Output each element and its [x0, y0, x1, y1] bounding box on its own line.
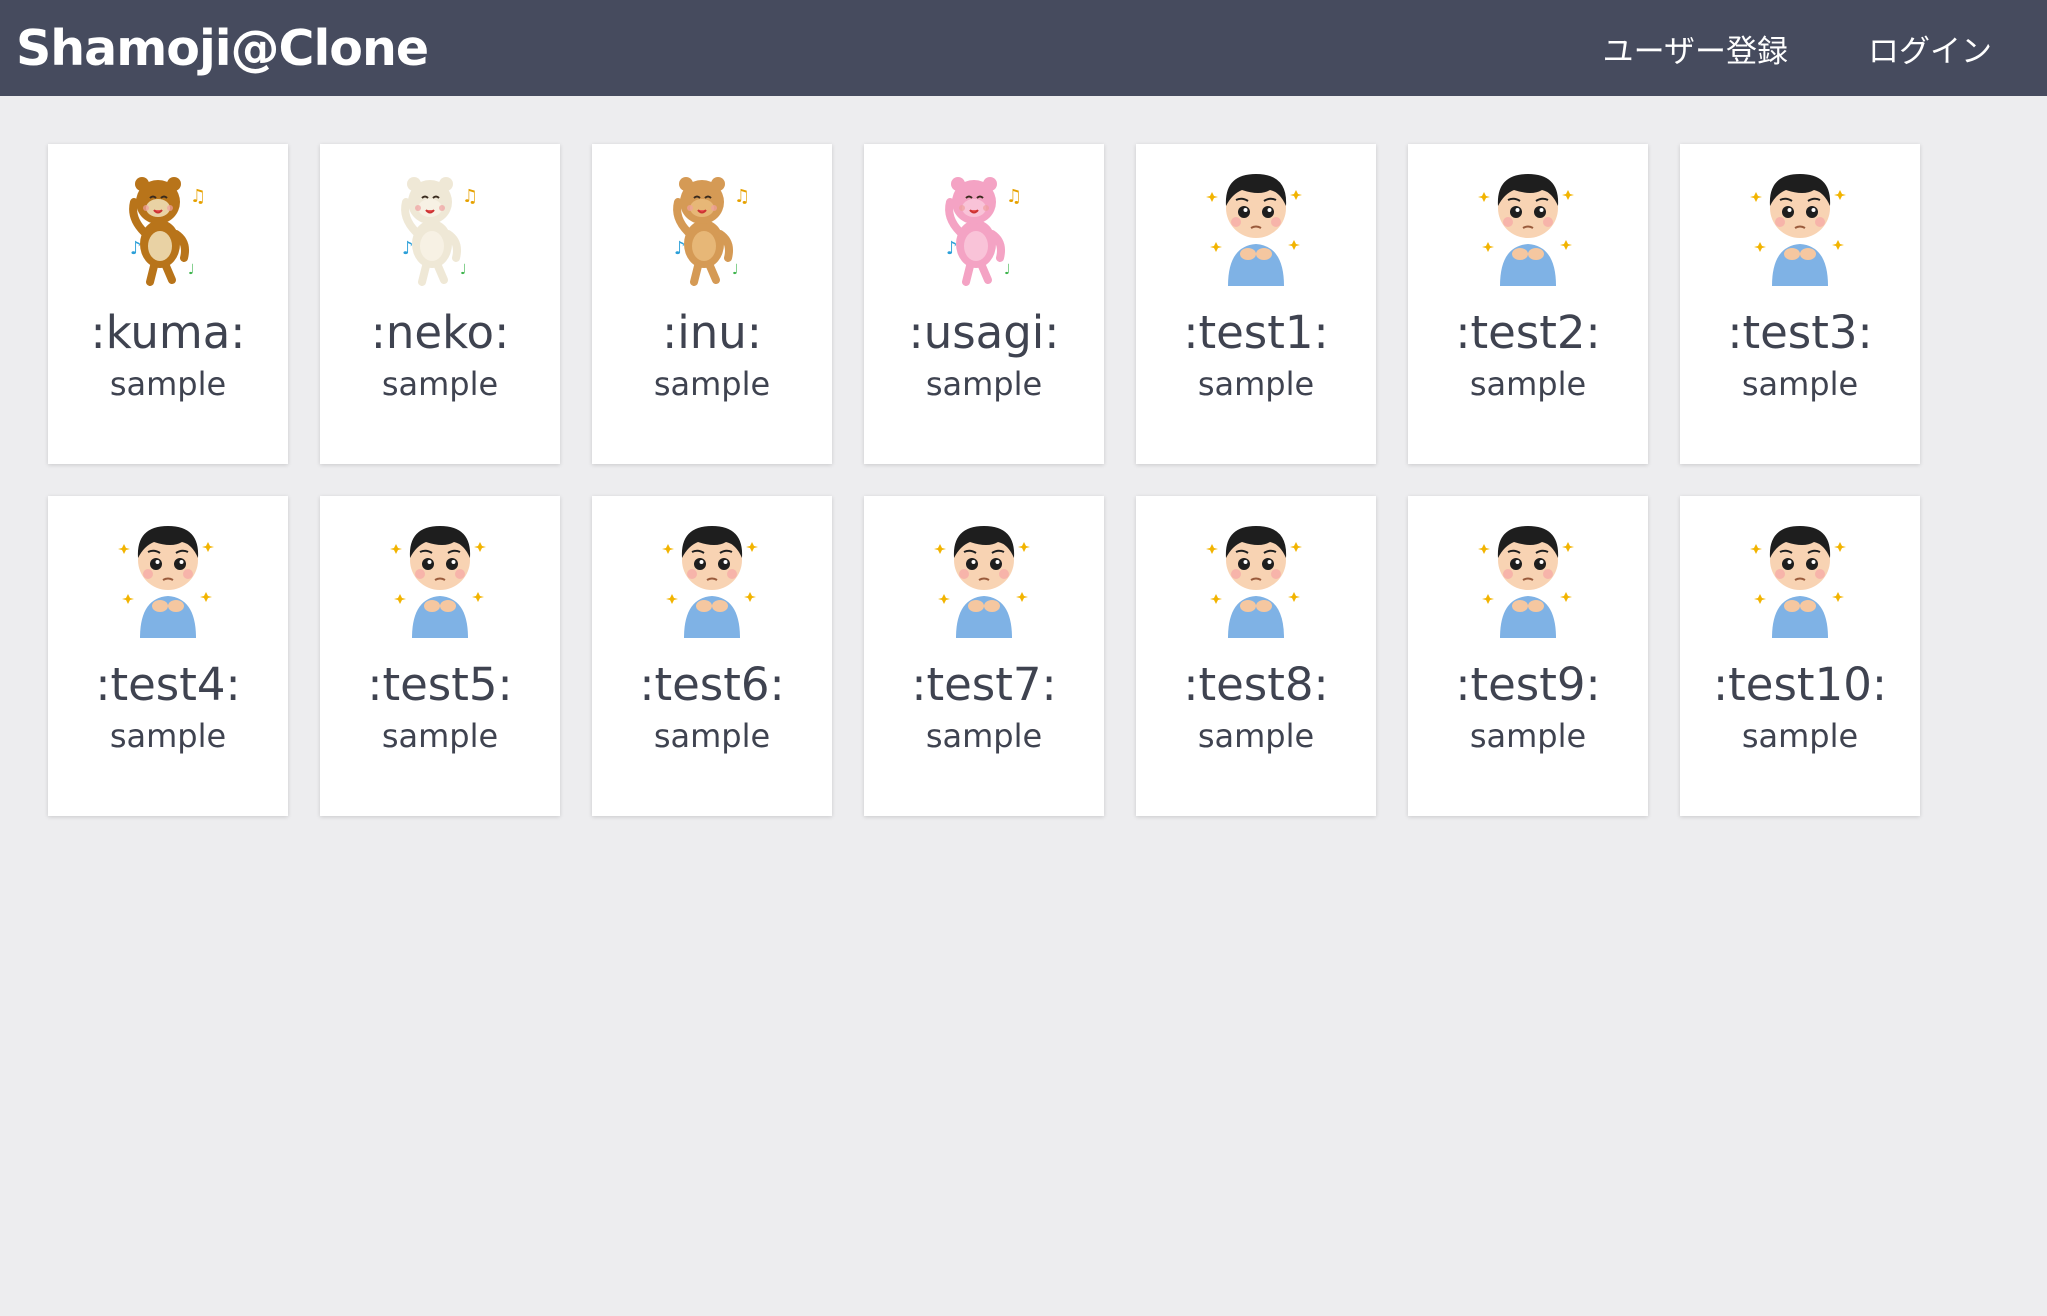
svg-text:♪: ♪	[402, 238, 414, 259]
stamp-name: :test1:	[1183, 306, 1329, 359]
stamp-card[interactable]: :test1: sample	[1136, 144, 1376, 464]
stamp-card[interactable]: :test7: sample	[864, 496, 1104, 816]
stamp-description: sample	[109, 717, 227, 755]
svg-text:♩: ♩	[188, 262, 195, 278]
stamp-description: sample	[1197, 717, 1315, 755]
stamp-name: :test5:	[367, 658, 513, 711]
stamp-description: sample	[653, 365, 771, 403]
stamp-name: :test2:	[1455, 306, 1601, 359]
stamp-name: :neko:	[370, 306, 510, 359]
stamp-name: :test3:	[1727, 306, 1873, 359]
boy-pleading-icon	[1206, 526, 1302, 638]
stamp-description: sample	[1741, 717, 1859, 755]
stamp-name: :test4:	[95, 658, 241, 711]
cat-dancing-icon: ♪ ♫ ♩	[401, 177, 478, 286]
login-link[interactable]: ログイン	[1868, 26, 1992, 71]
stamp-description: sample	[653, 717, 771, 755]
stamp-card[interactable]: ♪ ♫ ♩ :usagi: sample	[864, 144, 1104, 464]
stamp-card[interactable]: :test3: sample	[1680, 144, 1920, 464]
boy-pleading-icon	[118, 526, 214, 638]
stamp-card[interactable]: ♪ ♫ ♩ :inu: sample	[592, 144, 832, 464]
boy-pleading-icon	[662, 526, 758, 638]
svg-text:♫: ♫	[190, 186, 206, 207]
stamp-card[interactable]: ♪ ♫ ♩ :neko: sample	[320, 144, 560, 464]
stamp-grid: ♪ ♫ ♩ :kuma: sample ♪ ♫ ♩ :neko: sample …	[48, 144, 1920, 816]
svg-text:♪: ♪	[946, 238, 958, 259]
brand-logo[interactable]: Shamoji@Clone	[16, 20, 429, 77]
stamp-name: :kuma:	[90, 306, 246, 359]
svg-text:♪: ♪	[674, 238, 686, 259]
stamp-description: sample	[1197, 365, 1315, 403]
svg-text:♩: ♩	[460, 262, 467, 278]
boy-pleading-icon	[934, 526, 1030, 638]
stamp-description: sample	[381, 717, 499, 755]
stamp-card[interactable]: :test5: sample	[320, 496, 560, 816]
dog-dancing-icon: ♪ ♫ ♩	[673, 177, 750, 286]
navbar: Shamoji@Clone ユーザー登録 ログイン	[0, 0, 2047, 96]
stamp-name: :test7:	[911, 658, 1057, 711]
stamp-name: :inu:	[662, 306, 762, 359]
bear-dancing-icon: ♪ ♫ ♩	[129, 177, 206, 286]
stamp-name: :usagi:	[908, 306, 1060, 359]
boy-pleading-icon	[390, 526, 486, 638]
boy-pleading-icon	[1750, 174, 1846, 286]
svg-text:♫: ♫	[734, 186, 750, 207]
stamp-card[interactable]: :test2: sample	[1408, 144, 1648, 464]
stamp-card[interactable]: :test4: sample	[48, 496, 288, 816]
stamp-card[interactable]: :test9: sample	[1408, 496, 1648, 816]
boy-pleading-icon	[1206, 174, 1302, 286]
stamp-card[interactable]: :test6: sample	[592, 496, 832, 816]
boy-pleading-icon	[1478, 174, 1574, 286]
stamp-description: sample	[1741, 365, 1859, 403]
stamp-description: sample	[1469, 365, 1587, 403]
rabbit-dancing-icon: ♪ ♫ ♩	[945, 177, 1022, 286]
stamp-description: sample	[925, 365, 1043, 403]
stamp-name: :test6:	[639, 658, 785, 711]
stamp-description: sample	[925, 717, 1043, 755]
stamp-description: sample	[381, 365, 499, 403]
svg-text:♫: ♫	[462, 186, 478, 207]
svg-text:♫: ♫	[1006, 186, 1022, 207]
boy-pleading-icon	[1478, 526, 1574, 638]
stamp-card[interactable]: :test10: sample	[1680, 496, 1920, 816]
svg-text:♩: ♩	[732, 262, 739, 278]
stamp-name: :test8:	[1183, 658, 1329, 711]
stamp-card[interactable]: ♪ ♫ ♩ :kuma: sample	[48, 144, 288, 464]
stamp-description: sample	[109, 365, 227, 403]
stamp-card[interactable]: :test8: sample	[1136, 496, 1376, 816]
stamp-name: :test10:	[1712, 658, 1887, 711]
svg-text:♩: ♩	[1004, 262, 1011, 278]
stamp-description: sample	[1469, 717, 1587, 755]
boy-pleading-icon	[1750, 526, 1846, 638]
nav-links: ユーザー登録 ログイン	[1603, 26, 1992, 71]
svg-text:♪: ♪	[130, 238, 142, 259]
stamp-name: :test9:	[1455, 658, 1601, 711]
register-link[interactable]: ユーザー登録	[1603, 26, 1788, 71]
